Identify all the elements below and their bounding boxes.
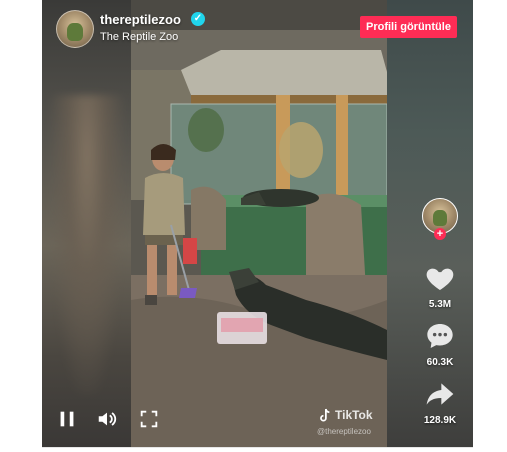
tiktok-logo-icon: [320, 408, 330, 422]
video-player[interactable]: thereptilezoo ✓ The Reptile Zoo Profili …: [42, 0, 473, 447]
heart-icon[interactable]: [424, 262, 456, 294]
creator-username[interactable]: thereptilezoo: [100, 12, 181, 27]
tiktok-watermark: TikTok: [335, 408, 373, 422]
comments-count: 60.3K: [426, 357, 454, 368]
likes-count: 5.3M: [428, 299, 452, 310]
creator-display-name: The Reptile Zoo: [100, 31, 179, 43]
shares-count: 128.9K: [423, 415, 457, 426]
verified-badge-icon: ✓: [191, 12, 205, 26]
watermark-username: @thereptilezoo: [317, 427, 371, 436]
view-profile-button[interactable]: Profili görüntüle: [360, 16, 457, 38]
creator-avatar[interactable]: [56, 10, 94, 48]
follow-plus-icon[interactable]: +: [434, 228, 446, 240]
video-frame[interactable]: [131, 0, 387, 447]
blurred-background-left: [42, 0, 132, 447]
volume-icon[interactable]: [96, 408, 118, 430]
share-icon[interactable]: [424, 378, 456, 410]
video-scene: [131, 0, 387, 447]
comment-icon[interactable]: [424, 320, 456, 352]
pause-icon[interactable]: [56, 408, 78, 430]
fullscreen-icon[interactable]: [138, 408, 160, 430]
divider: [42, 447, 473, 448]
